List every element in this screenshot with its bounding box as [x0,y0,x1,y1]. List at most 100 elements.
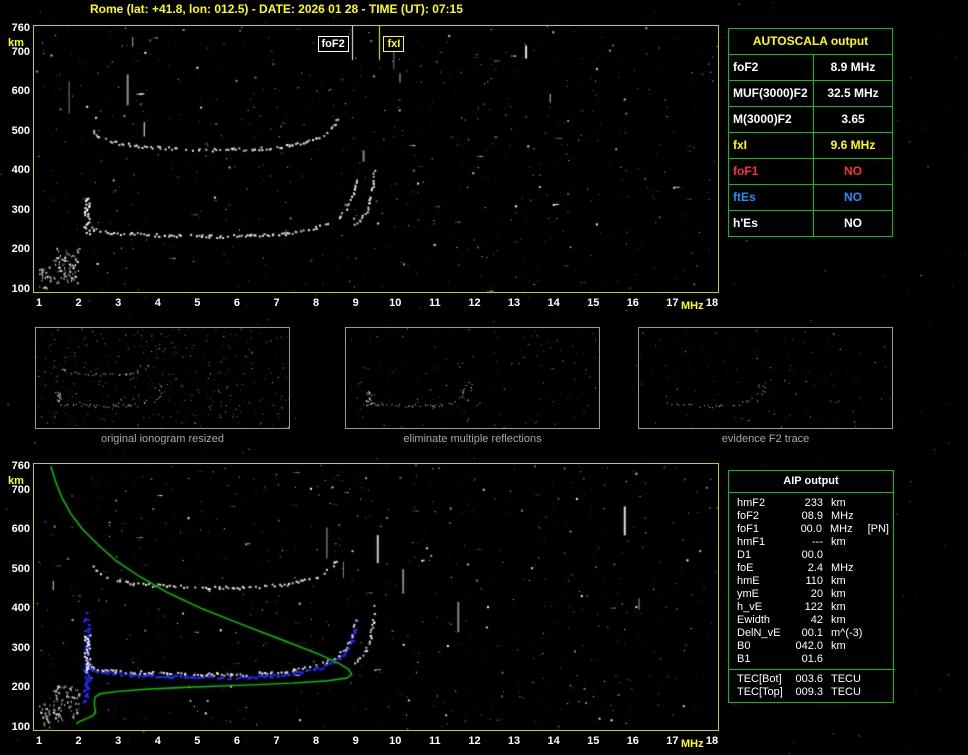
x-tick-label: 13 [507,297,521,309]
y-tick-label: 760 [11,460,30,472]
aip-param-unit: km [831,614,846,626]
y-tick-label: 700 [11,483,30,496]
aip-param-extra [865,562,889,575]
aip-row: foE 2.4 MHz [737,562,889,575]
aip-row: foF1 00.0 MHz [PN] [737,523,889,536]
thumbnail-evidence-f2-canvas [639,328,892,428]
aip-row: DelN_vE 00.1 m^(-3) [737,627,889,640]
aip-param-unit: MHz [831,510,854,522]
x-tick-label: 5 [194,297,201,309]
thumbnail-eliminate-multiples [345,327,600,429]
x-tick-label: 4 [154,735,161,747]
aip-row: hmF1 --- km [737,536,889,549]
aip-param-name: hmF1 [737,536,766,548]
x-tick-label: 1 [35,735,43,747]
aip-param-name: TEC[Top] [737,686,783,698]
aip-row: foF2 08.9 MHz [737,510,889,523]
y-tick-label: 100 [11,283,30,295]
aip-param-unit [823,653,865,666]
x-tick-label: 17 [666,297,679,309]
aip-param-value: 009.3 [795,686,823,698]
aip-param-extra [865,627,889,640]
x-tick-label: 10 [389,297,402,309]
x-tick-label: 11 [429,297,441,309]
foF2-marker-label: foF2 [317,36,349,52]
x-tick-label: 5 [194,735,201,747]
y-tick-label: 200 [11,243,30,256]
aip-param-unit: MHz [831,562,854,574]
y-tick-label: 200 [11,681,30,694]
aip-param-value: 2.4 [807,562,823,574]
thumbnail-caption: evidence F2 trace [721,433,810,445]
aip-param-value: 042.0 [795,640,823,652]
aip-param-name: B1 [737,653,751,665]
autoscala-param-value: 3.65 [841,112,865,126]
aip-param-value: 01.6 [801,653,823,665]
autoscala-ionogram-canvas [34,26,718,292]
autoscala-param-value: 32.5 MHz [827,86,879,100]
autoscala-param-value: NO [844,164,862,178]
aip-param-extra [865,653,889,666]
aip-param-unit: TECU [831,673,861,685]
aip-param-name: h_vE [737,601,763,613]
aip-param-name: foF2 [737,510,760,522]
aip-param-name: ymE [737,588,759,600]
aip-row: B1 01.6 [737,653,889,666]
aip-param-name: hmF2 [737,497,766,509]
thumbnail-eliminate-multiples-canvas [346,328,599,428]
aip-param-value: 00.1 [801,627,823,639]
y-tick-label: 600 [11,85,30,98]
x-tick-label: 2 [75,735,82,747]
aip-output-table: AIP output hmF2 233 km foF2 08.9 MHz foF… [728,470,894,703]
x-tick-label: 3 [115,297,122,309]
aip-param-value: 00.0 [800,523,822,535]
aip-param-value: 20 [810,588,823,600]
aip-param-unit: MHz [829,523,853,535]
autoscala-row-ftes: ftEs NO [729,185,892,211]
autoscala-output-table: AUTOSCALA output foF2 8.9 MHz MUF(3000)F… [728,28,893,237]
y-tick-label: 760 [11,22,30,34]
x-tick-label: 18 [705,297,719,309]
aip-param-unit: km [831,575,846,587]
autoscala-param-value: NO [844,190,862,204]
aip-row: ymE 20 km [737,588,889,601]
aip-param-name: TEC[Bot] [737,673,782,685]
autoscala-param-value: NO [844,216,862,230]
autoscala-param-value: 8.9 MHz [830,60,876,74]
x-tick-label: 14 [547,735,560,747]
x-tick-label: 9 [352,735,359,747]
autoscala-param-value: 9.6 MHz [830,138,876,152]
thumbnail-original-ionogram [35,327,290,429]
aip-param-name: Ewidth [737,614,771,626]
station-date-title: Rome (lat: +41.8, lon: 012.5) - DATE: 20… [90,2,463,16]
y-tick-label: 500 [11,562,30,575]
aip-table-separator [729,669,893,670]
aip-param-name: foE [737,562,754,574]
x-tick-label: 3 [115,735,122,747]
autoscala-row-fxi: fxI 9.6 MHz [729,133,892,159]
autoscala-output-header: AUTOSCALA output [729,29,892,55]
aip-param-extra [865,497,889,510]
thumbnail-evidence-f2 [638,327,893,429]
x-tick-label: 9 [352,297,359,309]
aip-ionogram-panel [33,463,719,731]
autoscala-row-muf: MUF(3000)F2 32.5 MHz [729,81,892,107]
aip-row: h_vE 122 km [737,601,889,614]
aip-param-value: 08.9 [801,510,823,522]
autoscala-ionogram-panel: foF2 fxI [33,25,719,293]
aip-ionogram-canvas [34,464,718,730]
autoscala-param-name: foF2 [729,55,814,80]
aip-param-name: D1 [737,549,752,561]
autoscala-row-fof1: foF1 NO [729,159,892,185]
x-tick-label: 14 [547,297,560,309]
aip-row: B0 042.0 km [737,640,889,653]
autoscala-param-name: fxI [729,133,814,158]
aip-tec-row: TEC[Top] 009.3 TECU [737,686,889,699]
aip-output-header: AIP output [729,471,893,493]
aip-row: D1 00.0 [737,549,889,562]
aip-param-unit: km [831,497,846,509]
x-tick-label: 4 [154,297,161,309]
aip-param-unit: m^(-3) [831,627,863,639]
aip-param-extra: [PN] [867,523,889,535]
aip-param-value: 233 [804,497,823,509]
